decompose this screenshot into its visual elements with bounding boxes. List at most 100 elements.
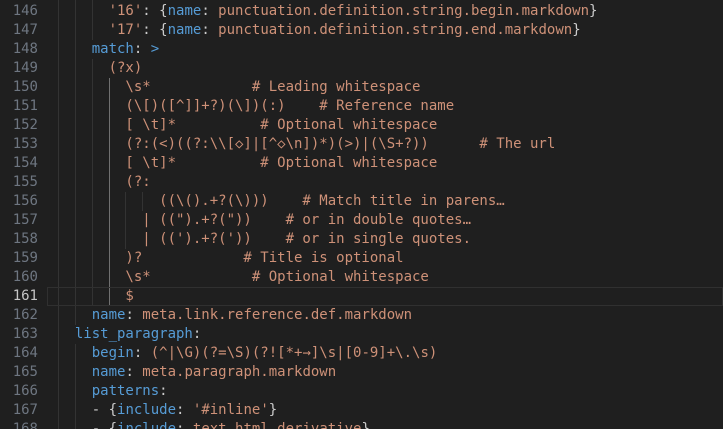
line-number[interactable]: 147	[0, 21, 38, 40]
indent-guide	[58, 154, 59, 173]
code-token: {	[159, 3, 167, 19]
line-number[interactable]: 160	[0, 268, 38, 287]
line-content: '16': {name: punctuation.definition.stri…	[58, 2, 597, 21]
code-token: :	[176, 402, 193, 418]
code-line[interactable]: 167 - {include: '#inline'}	[0, 401, 723, 420]
code-token: )? # Title is optional	[58, 250, 404, 266]
indent-guide	[75, 268, 76, 287]
line-number[interactable]: 161	[0, 287, 38, 306]
line-number[interactable]: 146	[0, 2, 38, 21]
code-token: $	[58, 288, 134, 304]
code-line[interactable]: 146 '16': {name: punctuation.definition.…	[0, 2, 723, 21]
code-line[interactable]: 156 ((\().+?(\))) # Match title in paren…	[0, 192, 723, 211]
code-line[interactable]: 165 name: meta.paragraph.markdown	[0, 363, 723, 382]
code-line[interactable]: 157 | ((").+?(")) # or in double quotes…	[0, 211, 723, 230]
indent-guide	[75, 78, 76, 97]
code-line[interactable]: 150 \s* # Leading whitespace	[0, 78, 723, 97]
code-token: (?:(<)((?:\\[◇]|[^◇\n])*)(>)|(\S+?)) # T…	[58, 136, 555, 152]
indent-guide	[75, 59, 76, 78]
code-token: {	[159, 22, 167, 38]
line-number[interactable]: 157	[0, 211, 38, 230]
code-line[interactable]: 161 $	[0, 287, 723, 306]
indent-guide	[58, 97, 59, 116]
indent-guide	[75, 230, 76, 249]
code-line[interactable]: 151 (\[)([^]]+?)(\])(:) # Reference name	[0, 97, 723, 116]
code-token: :	[193, 326, 201, 342]
code-line[interactable]: 153 (?:(<)((?:\\[◇]|[^◇\n])*)(>)|(\S+?))…	[0, 135, 723, 154]
line-content: \s* # Optional whitespace	[58, 268, 429, 287]
line-number[interactable]: 148	[0, 40, 38, 59]
line-number[interactable]: 164	[0, 344, 38, 363]
indent-guide	[58, 78, 59, 97]
indent-guide	[92, 287, 93, 306]
indent-guide	[75, 40, 76, 59]
code-token: -	[58, 421, 109, 429]
code-token: :	[125, 364, 142, 380]
indent-guide	[58, 363, 59, 382]
line-number[interactable]: 153	[0, 135, 38, 154]
line-number[interactable]: 168	[0, 420, 38, 429]
code-line[interactable]: 155 (?:	[0, 173, 723, 192]
line-number[interactable]: 158	[0, 230, 38, 249]
line-number[interactable]: 162	[0, 306, 38, 325]
indent-guide	[75, 154, 76, 173]
indent-guide	[109, 268, 110, 287]
code-line[interactable]: 166 patterns:	[0, 382, 723, 401]
indent-guide	[58, 2, 59, 21]
indent-guide	[92, 154, 93, 173]
line-number[interactable]: 167	[0, 401, 38, 420]
code-line[interactable]: 159 )? # Title is optional	[0, 249, 723, 268]
code-token: (^|\G)(?=\S)(?![*+→]\s|[0-9]+\.\s)	[151, 345, 438, 361]
indent-guide	[109, 192, 110, 211]
indent-guide	[125, 230, 126, 249]
code-token: begin	[92, 345, 134, 361]
code-token: {	[109, 421, 117, 429]
line-number[interactable]: 149	[0, 59, 38, 78]
line-number[interactable]: 152	[0, 116, 38, 135]
line-content: - {include: text.html.derivative}	[58, 420, 370, 429]
code-token: meta.paragraph.markdown	[142, 364, 336, 380]
line-content: ((\().+?(\))) # Match title in parens…	[58, 192, 505, 211]
indent-guide	[109, 287, 110, 306]
line-content: )? # Title is optional	[58, 249, 404, 268]
code-token: :	[142, 3, 159, 19]
indent-guide	[58, 21, 59, 40]
code-line[interactable]: 149 (?x)	[0, 59, 723, 78]
code-editor: 145 '15': {name: string.other.link.descr…	[0, 0, 723, 429]
line-number[interactable]: 156	[0, 192, 38, 211]
indent-guide	[92, 78, 93, 97]
code-token: patterns	[92, 383, 159, 399]
code-token: name	[168, 3, 202, 19]
code-token: }	[589, 3, 597, 19]
line-number[interactable]: 166	[0, 382, 38, 401]
line-content: list_paragraph:	[58, 325, 201, 344]
code-line[interactable]: 152 [ \t]* # Optional whitespace	[0, 116, 723, 135]
code-line[interactable]: 148 match: >	[0, 40, 723, 59]
line-number[interactable]: 155	[0, 173, 38, 192]
line-number[interactable]: 150	[0, 78, 38, 97]
indent-guide	[92, 249, 93, 268]
line-content: match: >	[58, 40, 159, 59]
code-line[interactable]: 168 - {include: text.html.derivative}	[0, 420, 723, 429]
code-token: | ((").+?(")) # or in double quotes…	[58, 212, 471, 228]
code-token: :	[134, 345, 151, 361]
code-token: (?:	[58, 174, 151, 190]
indent-guide	[75, 306, 76, 325]
code-line[interactable]: 164 begin: (^|\G)(?=\S)(?![*+→]\s|[0-9]+…	[0, 344, 723, 363]
code-line[interactable]: 154 [ \t]* # Optional whitespace	[0, 154, 723, 173]
code-line[interactable]: 160 \s* # Optional whitespace	[0, 268, 723, 287]
code-line[interactable]: 158 | ((').+?(')) # or in single quotes.	[0, 230, 723, 249]
code-line[interactable]: 162 name: meta.link.reference.def.markdo…	[0, 306, 723, 325]
indent-guide	[92, 116, 93, 135]
line-number[interactable]: 165	[0, 363, 38, 382]
indent-guide	[92, 268, 93, 287]
line-number[interactable]: 154	[0, 154, 38, 173]
line-number[interactable]: 151	[0, 97, 38, 116]
indent-guide	[58, 420, 59, 429]
indent-guide	[75, 116, 76, 135]
code-token: include	[117, 402, 176, 418]
line-number[interactable]: 163	[0, 325, 38, 344]
code-line[interactable]: 147 '17': {name: punctuation.definition.…	[0, 21, 723, 40]
code-line[interactable]: 163 list_paragraph:	[0, 325, 723, 344]
line-number[interactable]: 159	[0, 249, 38, 268]
